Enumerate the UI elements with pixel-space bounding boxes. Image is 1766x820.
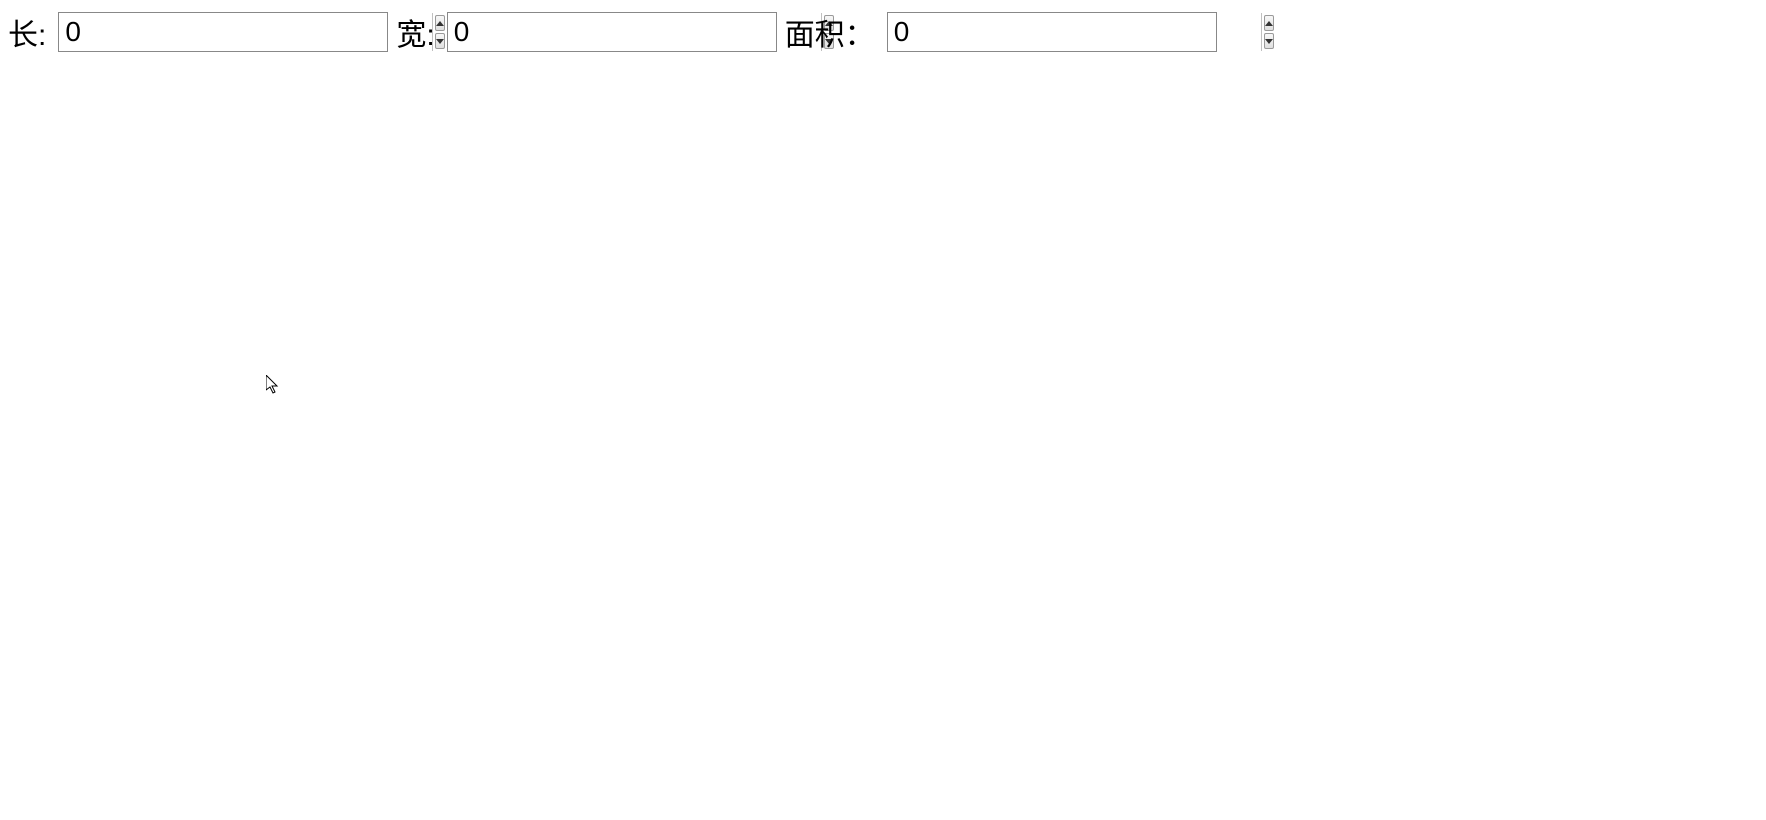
chevron-up-icon — [1265, 21, 1273, 26]
cursor-icon — [266, 375, 280, 400]
length-step-up-button[interactable] — [435, 15, 445, 31]
chevron-down-icon — [1265, 39, 1273, 44]
width-label: 宽: — [396, 10, 434, 54]
length-step-down-button[interactable] — [435, 33, 445, 49]
area-step-down-button[interactable] — [1264, 33, 1274, 49]
length-spinbox[interactable] — [58, 12, 388, 52]
length-input[interactable] — [59, 13, 432, 51]
chevron-down-icon — [436, 39, 444, 44]
form-row: 长: 宽: — [0, 0, 1766, 64]
width-spinbox[interactable] — [447, 12, 777, 52]
width-input[interactable] — [448, 13, 821, 51]
chevron-up-icon — [436, 21, 444, 26]
area-label: 面积： — [785, 10, 875, 54]
area-spinbox[interactable] — [887, 12, 1217, 52]
area-input[interactable] — [888, 13, 1261, 51]
area-step-up-button[interactable] — [1264, 15, 1274, 31]
area-spin-buttons — [1261, 13, 1276, 51]
length-label: 长: — [8, 10, 46, 54]
